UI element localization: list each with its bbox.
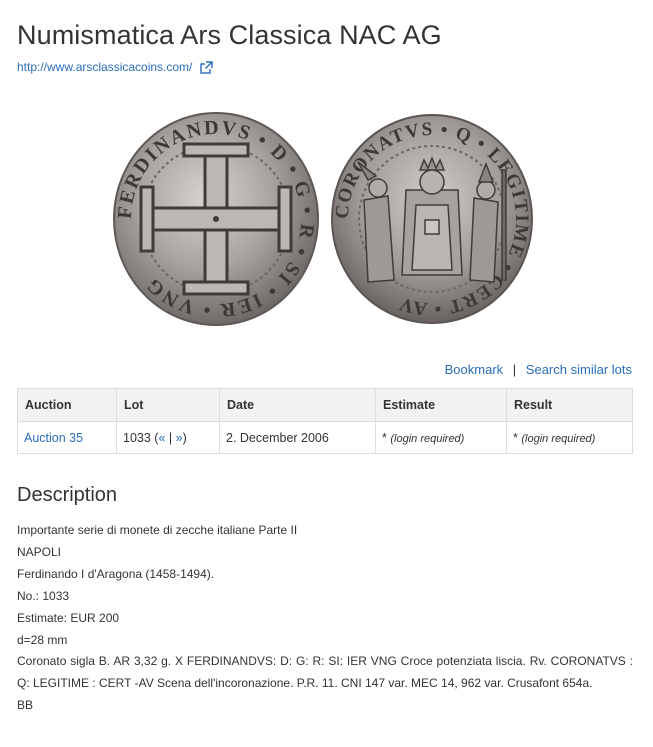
description-body: Importante serie di monete di zecche ita… (17, 519, 633, 716)
lot-actions: Bookmark | Search similar lots (445, 362, 632, 377)
description-paragraph: Coronato sigla B. AR 3,32 g. X FERDINAND… (17, 654, 633, 690)
header-lot: Lot (116, 388, 220, 422)
site-url-link[interactable]: http://www.arsclassicacoins.com/ (17, 60, 192, 74)
cell-auction: Auction 35 (17, 421, 117, 454)
description-line: d=28 mm (17, 633, 68, 647)
lot-number: 1033 ( (123, 430, 159, 445)
description-grade: BB (17, 698, 34, 712)
header-result: Result (506, 388, 633, 422)
page-title: Numismatica Ars Classica NAC AG (17, 20, 442, 50)
actions-separator: | (512, 362, 517, 377)
cell-date: 2. December 2006 (219, 421, 376, 454)
cell-result: * (login required) (506, 421, 633, 454)
coin-photo: FERDINANDVS • D • G • R • SI • IER • VNG… (106, 110, 546, 328)
coin-reverse: CORONATVS • Q • LEGITIME • CERT • AV (331, 114, 533, 324)
lot-nav-divider: | (165, 430, 176, 445)
table-header-row: Auction Lot Date Estimate Result (17, 388, 633, 422)
header-estimate: Estimate (375, 388, 507, 422)
bookmark-link[interactable]: Bookmark (445, 362, 504, 377)
lot-table: Auction Lot Date Estimate Result Auction… (17, 388, 633, 454)
cell-lot: 1033 (« | ») (116, 421, 220, 454)
auction-link[interactable]: Auction 35 (24, 431, 83, 445)
lot-close-paren: ) (182, 430, 187, 445)
external-link-icon[interactable] (200, 60, 214, 74)
header-auction: Auction (17, 388, 117, 422)
next-lot-link[interactable]: » (176, 431, 183, 445)
result-login-note: (login required) (521, 432, 596, 445)
estimate-star: * (382, 430, 387, 445)
estimate-login-note: (login required) (390, 432, 465, 445)
coin-obverse: FERDINANDVS • D • G • R • SI • IER • VNG (113, 112, 319, 326)
description-line: No.: 1033 (17, 589, 70, 603)
cell-estimate: * (login required) (375, 421, 507, 454)
table-row: Auction 35 1033 (« | ») 2. December 2006… (17, 421, 633, 454)
description-line: NAPOLI (17, 545, 62, 559)
result-star: * (513, 430, 518, 445)
description-line: Ferdinando I d'Aragona (1458-1494). (17, 567, 215, 581)
description-line: Importante serie di monete di zecche ita… (17, 523, 298, 537)
header-date: Date (219, 388, 376, 422)
description-line: Estimate: EUR 200 (17, 611, 120, 625)
description-heading: Description (17, 484, 118, 506)
search-similar-lots-link[interactable]: Search similar lots (526, 362, 632, 377)
site-link-row: http://www.arsclassicacoins.com/ (17, 60, 214, 74)
